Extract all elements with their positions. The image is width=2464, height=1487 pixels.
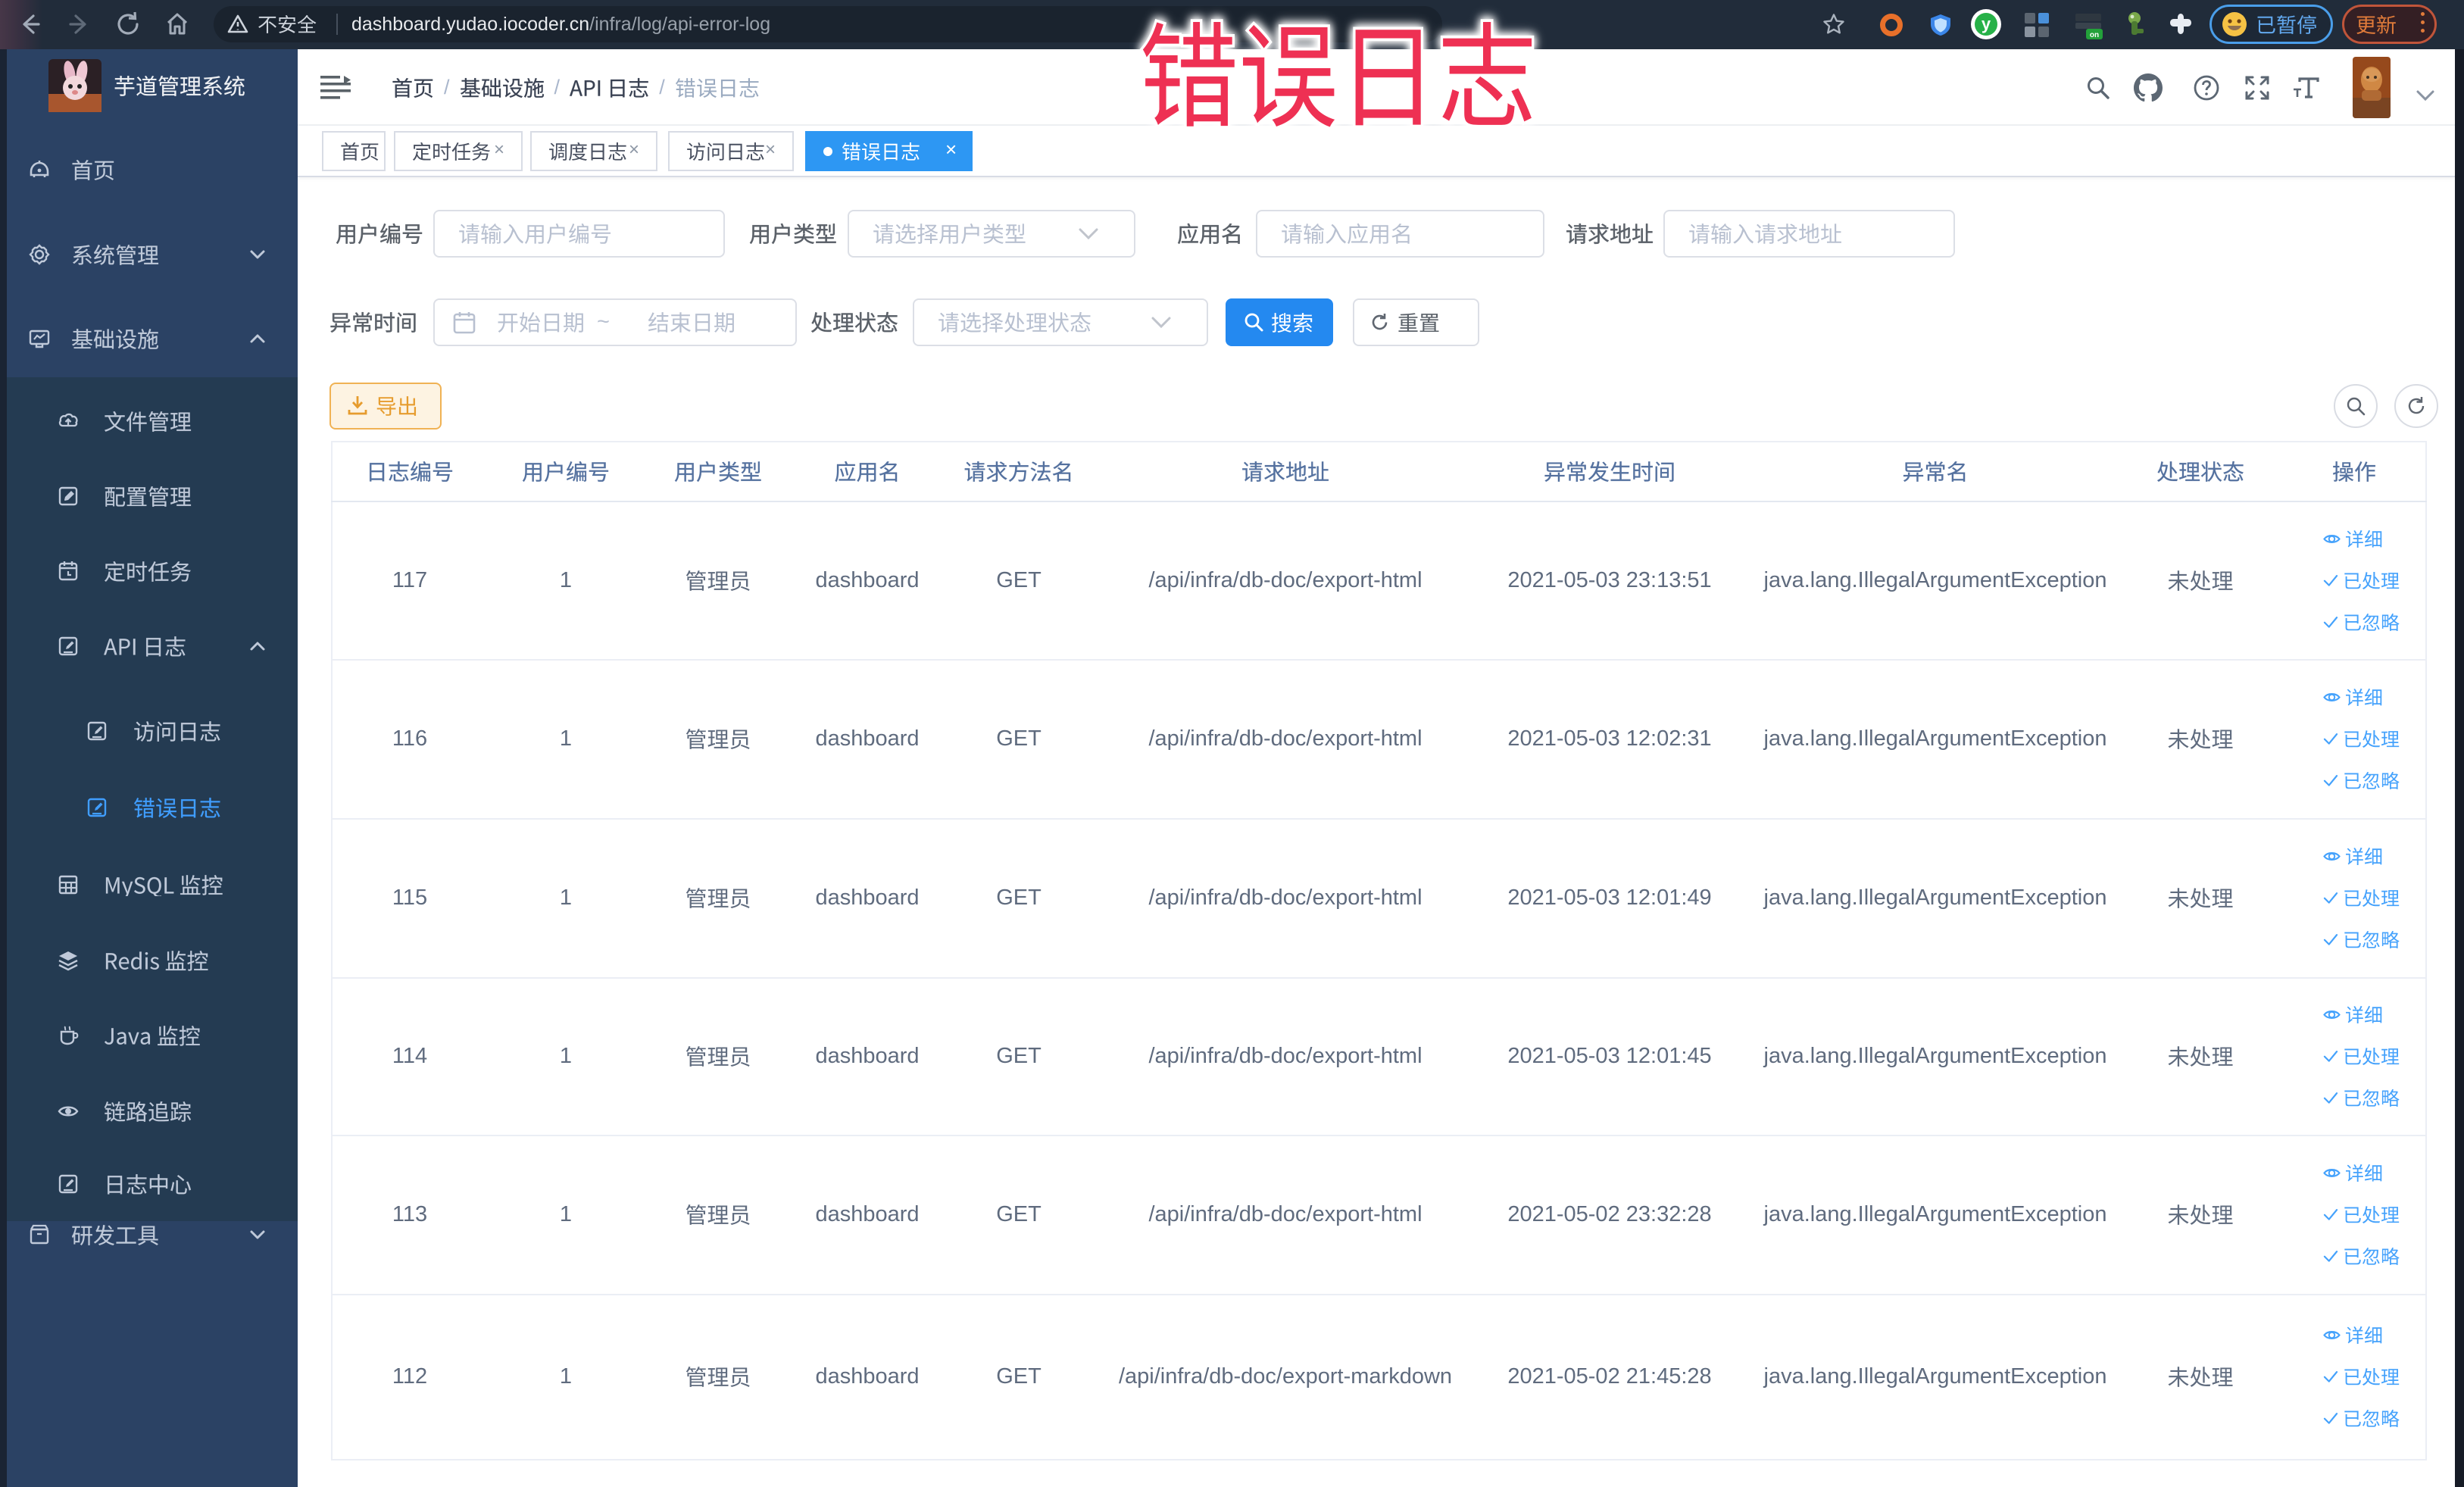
- svg-text:on: on: [2090, 31, 2099, 39]
